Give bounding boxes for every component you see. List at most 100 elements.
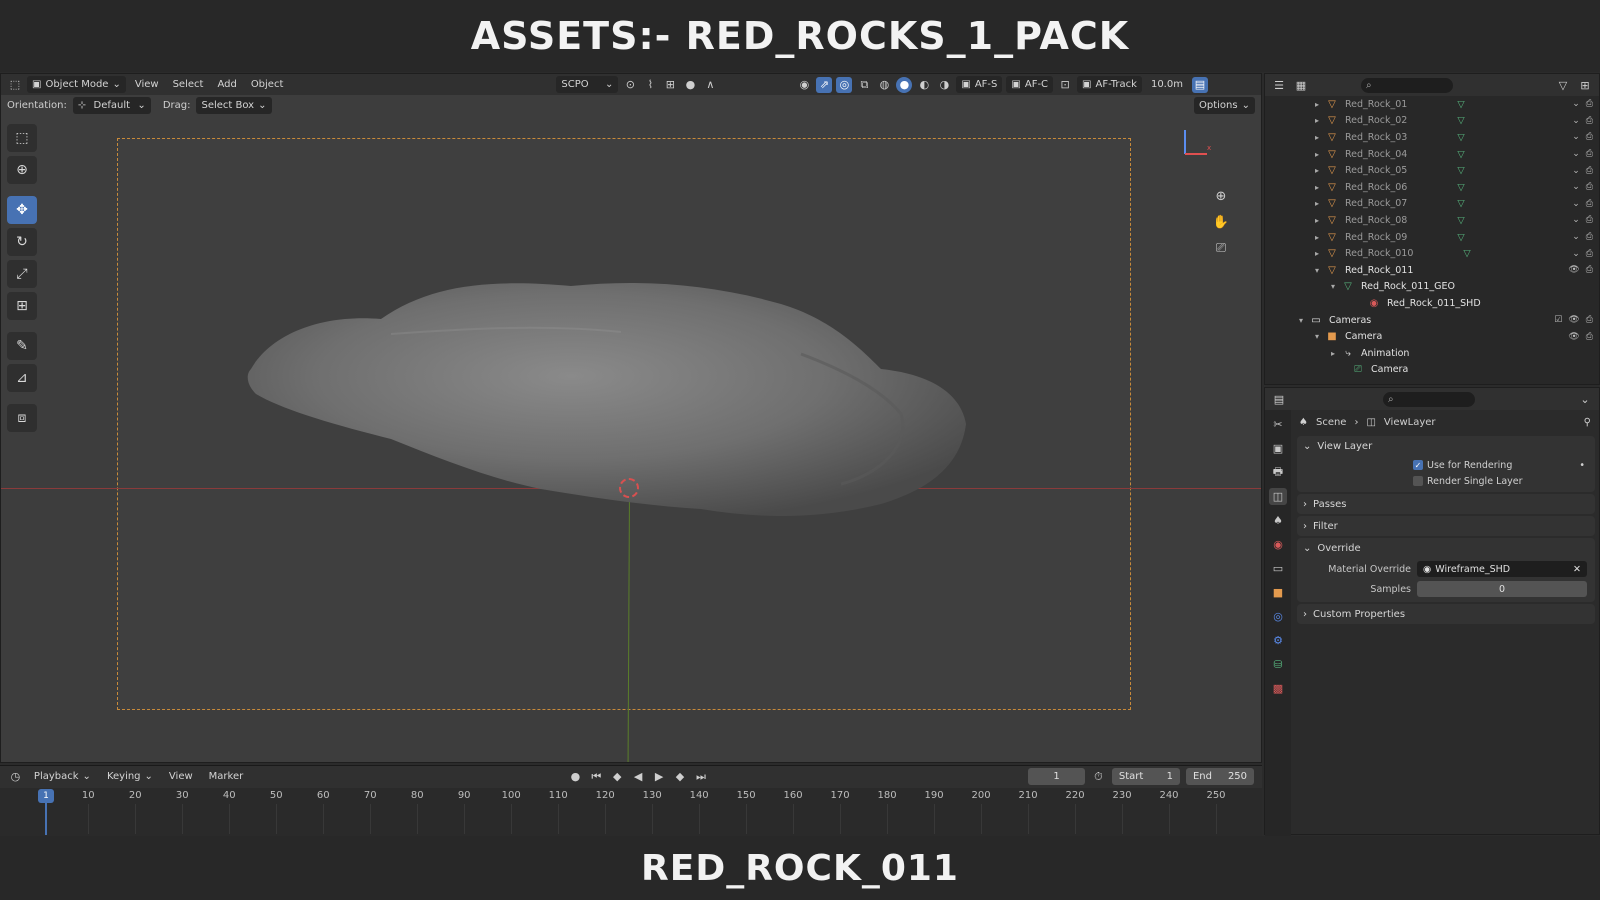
outliner-search-input[interactable]: ⌕: [1361, 77, 1453, 93]
eye-icon[interactable]: ⌄: [1572, 99, 1580, 109]
annotate-tool-icon[interactable]: ✎: [7, 332, 37, 360]
expand-arrow-icon[interactable]: ▸: [1315, 183, 1325, 192]
render-camera-icon[interactable]: ⎙: [1586, 265, 1593, 275]
move-tool-icon[interactable]: ✥: [7, 196, 37, 224]
axis-gizmo-icon[interactable]: x: [1179, 124, 1219, 164]
render-camera-icon[interactable]: ⎙: [1586, 166, 1593, 176]
prev-keyframe-icon[interactable]: ◆: [610, 769, 625, 785]
outliner-row[interactable]: ▾ ▽ Red_Rock_011_GEO: [1265, 279, 1599, 296]
snap-icon[interactable]: ⌇: [642, 77, 658, 93]
view-layer-panel-header[interactable]: ⌄ View Layer: [1297, 436, 1595, 456]
add-cube-tool-icon[interactable]: ⧈: [7, 404, 37, 432]
exclude-checkbox[interactable]: ☑: [1554, 315, 1562, 325]
outliner-row[interactable]: ▸ ▽ Red_Rock_01 ▽ ⌄ ⎙: [1265, 96, 1599, 113]
eye-icon[interactable]: 👁: [1568, 332, 1579, 342]
falloff-icon[interactable]: ∧: [702, 77, 718, 93]
expand-arrow-icon[interactable]: ▸: [1315, 216, 1325, 225]
rotate-tool-icon[interactable]: ↻: [7, 228, 37, 256]
outliner-row[interactable]: ⎚ Camera: [1265, 362, 1599, 379]
object-tab-icon[interactable]: ■: [1269, 584, 1287, 601]
collection-tab-icon[interactable]: ▭: [1269, 560, 1287, 577]
visibility-icon[interactable]: ◉: [796, 77, 812, 93]
outliner-editor-icon[interactable]: ☰: [1271, 77, 1287, 93]
outliner-row[interactable]: ▾ ▭ Cameras ☑ 👁 ⎙: [1265, 312, 1599, 329]
expand-arrow-icon[interactable]: ▸: [1315, 150, 1325, 159]
stopwatch-icon[interactable]: ⏱: [1091, 769, 1106, 785]
material-shading-icon[interactable]: ◐: [916, 77, 932, 93]
render-camera-icon[interactable]: ⎙: [1586, 182, 1593, 192]
play-reverse-icon[interactable]: ◀: [631, 769, 646, 785]
expand-arrow-icon[interactable]: ▾: [1331, 282, 1341, 291]
jump-end-icon[interactable]: ⏭: [693, 769, 708, 785]
drag-dropdown[interactable]: Select Box ⌄: [196, 97, 272, 114]
measure-tool-icon[interactable]: ⊿: [7, 364, 37, 392]
eye-icon[interactable]: 👁: [1568, 315, 1579, 325]
chevron-down-icon[interactable]: ⌄: [1577, 391, 1593, 407]
outliner-row[interactable]: ▸ ▽ Red_Rock_09 ▽ ⌄ ⎙: [1265, 229, 1599, 246]
render-camera-icon[interactable]: ⎙: [1586, 99, 1593, 109]
outliner-row[interactable]: ▸ ▽ Red_Rock_06 ▽ ⌄ ⎙: [1265, 179, 1599, 196]
keying-menu[interactable]: Keying ⌄: [102, 768, 158, 785]
render-camera-icon[interactable]: ⎙: [1586, 132, 1593, 142]
eye-icon[interactable]: ⌄: [1572, 149, 1580, 159]
samples-field[interactable]: 0: [1417, 581, 1587, 597]
expand-arrow-icon[interactable]: ▸: [1315, 133, 1325, 142]
filter-panel-header[interactable]: › Filter: [1297, 516, 1595, 536]
gizmo-icon[interactable]: ⇗: [816, 76, 833, 93]
eye-icon[interactable]: ⌄: [1572, 249, 1580, 259]
timeline-editor-icon[interactable]: ◷: [8, 769, 23, 785]
properties-editor[interactable]: ▤ ⌕ ⌄ ✂ ▣ 🖶 ◫ ♠ ◉ ▭ ■ ◎ ⚙ ⛁ ▩ ♠ Scene › …: [1264, 387, 1600, 836]
outliner[interactable]: ☰ ▦ ⌕ ▽ ⊞ ▸ ▽ Red_Rock_01 ▽ ⌄ ⎙ ▸ ▽ Red_Rock_02 ▽…: [1264, 73, 1600, 385]
snap-target-icon[interactable]: ⊞: [662, 77, 678, 93]
mesh-data-icon[interactable]: ▽: [1457, 165, 1464, 176]
mesh-data-icon[interactable]: ▽: [1457, 115, 1464, 126]
pivot-icon[interactable]: ⊙: [622, 77, 638, 93]
rock-mesh[interactable]: [241, 274, 981, 534]
outliner-row[interactable]: ▾ ▽ Red_Rock_011 👁 ⎙: [1265, 262, 1599, 279]
expand-arrow-icon[interactable]: ▾: [1315, 266, 1325, 275]
scene-tab-icon[interactable]: ♠: [1269, 512, 1287, 529]
mesh-data-icon[interactable]: ▽: [1457, 182, 1464, 193]
wireframe-shading-icon[interactable]: ◍: [876, 77, 892, 93]
filter-icon[interactable]: ▽: [1555, 77, 1571, 93]
eye-icon[interactable]: ⌄: [1572, 182, 1580, 192]
options-dropdown[interactable]: Options ⌄: [1194, 97, 1255, 114]
render-camera-icon[interactable]: ⎙: [1586, 232, 1593, 242]
mesh-data-icon[interactable]: ▽: [1457, 215, 1464, 226]
current-frame-marker[interactable]: 1: [38, 789, 54, 803]
editor-type-icon[interactable]: ⬚: [7, 77, 23, 93]
expand-arrow-icon[interactable]: ▸: [1315, 233, 1325, 242]
overlays-icon[interactable]: ◎: [836, 76, 853, 93]
next-keyframe-icon[interactable]: ◆: [673, 769, 688, 785]
expand-arrow-icon[interactable]: ▸: [1315, 199, 1325, 208]
eye-icon[interactable]: ⌄: [1572, 166, 1580, 176]
af-s-button[interactable]: ▣ AF-S: [956, 76, 1003, 93]
solid-shading-icon[interactable]: ●: [896, 76, 913, 93]
clear-icon[interactable]: ✕: [1573, 564, 1581, 575]
camera-view-icon[interactable]: ⎚: [1211, 238, 1231, 258]
end-frame-field[interactable]: End 250: [1185, 768, 1255, 785]
render-camera-icon[interactable]: ⎙: [1586, 149, 1593, 159]
new-collection-icon[interactable]: ⊞: [1577, 77, 1593, 93]
output-tab-icon[interactable]: 🖶: [1269, 464, 1287, 481]
material-override-field[interactable]: ◉ Wireframe_SHD ✕: [1417, 561, 1587, 577]
mode-dropdown[interactable]: ▣ Object Mode ⌄: [27, 76, 126, 93]
custom-properties-panel-header[interactable]: › Custom Properties: [1297, 604, 1595, 624]
physics-tab-icon[interactable]: ⚙: [1269, 632, 1287, 649]
timeline[interactable]: ◷ Playback ⌄ Keying ⌄ View Marker ● ⏮ ◆ ◀ …: [0, 765, 1262, 836]
record-icon[interactable]: ●: [568, 769, 583, 785]
outliner-row[interactable]: ▸ ▽ Red_Rock_05 ▽ ⌄ ⎙: [1265, 162, 1599, 179]
orientation-dropdown[interactable]: ⊹ Default ⌄: [72, 97, 151, 114]
mesh-data-icon[interactable]: ▽: [1457, 99, 1464, 110]
xray-icon[interactable]: ⧉: [856, 77, 872, 93]
eye-icon[interactable]: ⌄: [1572, 132, 1580, 142]
af-track-button[interactable]: ▣ AF-Track: [1077, 76, 1142, 93]
marker-menu[interactable]: Marker: [204, 768, 249, 785]
texture-tab-icon[interactable]: ▩: [1269, 680, 1287, 697]
mesh-data-icon[interactable]: ▽: [1457, 132, 1464, 143]
outliner-row[interactable]: ◉ Red_Rock_011_SHD: [1265, 295, 1599, 312]
eye-icon[interactable]: ⌄: [1572, 215, 1580, 225]
mesh-data-icon[interactable]: ▽: [1457, 149, 1464, 160]
playhead-line[interactable]: [45, 803, 47, 835]
properties-search-input[interactable]: ⌕: [1383, 391, 1475, 407]
